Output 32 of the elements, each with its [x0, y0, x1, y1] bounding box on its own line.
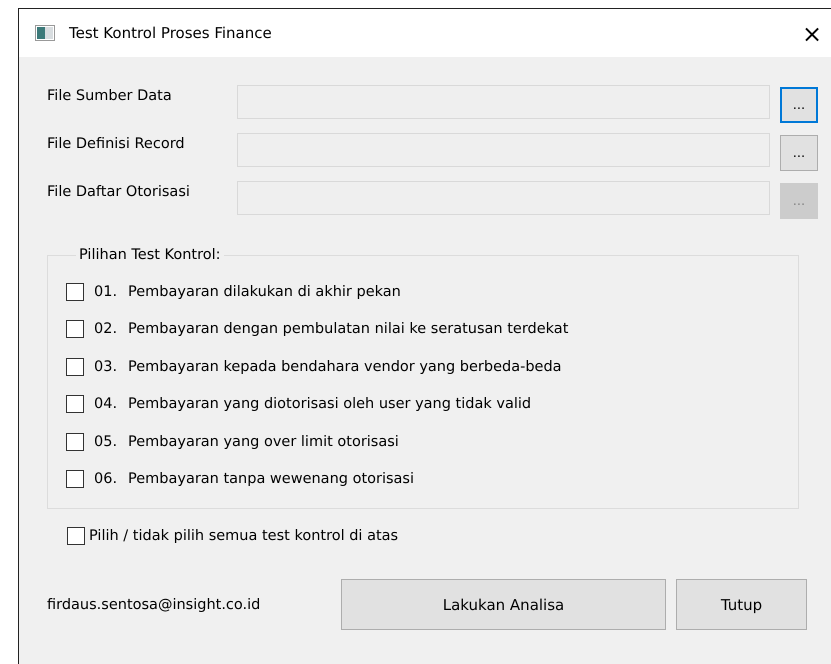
- browse-button[interactable]: ...: [780, 135, 818, 171]
- option-label: Pembayaran kepada bendahara vendor yang berbeda-beda: [128, 358, 562, 375]
- select-all-label: Pilih / tidak pilih semua test kontrol di atas: [89, 528, 398, 544]
- field-label: File Daftar Otorisasi: [47, 183, 191, 200]
- option-number: 03.: [94, 358, 118, 375]
- option-label: Pembayaran dilakukan di akhir pekan: [128, 284, 401, 300]
- checkbox[interactable]: [67, 527, 85, 545]
- field-label: File Definisi Record: [47, 135, 186, 152]
- user-email: firdaus.sentosa@insight.co.id: [47, 596, 262, 612]
- option-label: Pembayaran yang diotorisasi oleh user yang tidak valid: [128, 396, 532, 412]
- checkbox[interactable]: [66, 320, 84, 338]
- option-label: Pembayaran tanpa wewenang otorisasi: [128, 471, 414, 488]
- window-title: Test Kontrol Proses Finance: [69, 24, 272, 42]
- option-number: 01.: [94, 284, 118, 300]
- browse-button[interactable]: ...: [780, 87, 818, 123]
- option-number: 06.: [94, 471, 118, 488]
- checkbox[interactable]: [66, 470, 84, 488]
- checkbox[interactable]: [66, 432, 84, 451]
- option-number: 02.: [94, 321, 118, 338]
- checkbox[interactable]: [66, 282, 84, 301]
- option-number: 04.: [94, 396, 118, 412]
- checkbox[interactable]: [66, 358, 84, 376]
- group-title: Pilihan Test Kontrol:: [78, 247, 222, 263]
- close-button[interactable]: ×: [794, 19, 830, 49]
- option-label: Pembayaran yang over limit otorisasi: [128, 434, 399, 450]
- checkbox[interactable]: [66, 395, 84, 414]
- field-label: File Sumber Data: [47, 87, 173, 104]
- option-number: 05.: [94, 434, 118, 450]
- app-icon: [35, 25, 55, 41]
- analyze-button[interactable]: Lakukan Analisa: [341, 579, 666, 630]
- option-label: Pembayaran dengan pembulatan nilai ke seratusan terdekat: [128, 321, 568, 338]
- close-dialog-button[interactable]: Tutup: [676, 579, 807, 630]
